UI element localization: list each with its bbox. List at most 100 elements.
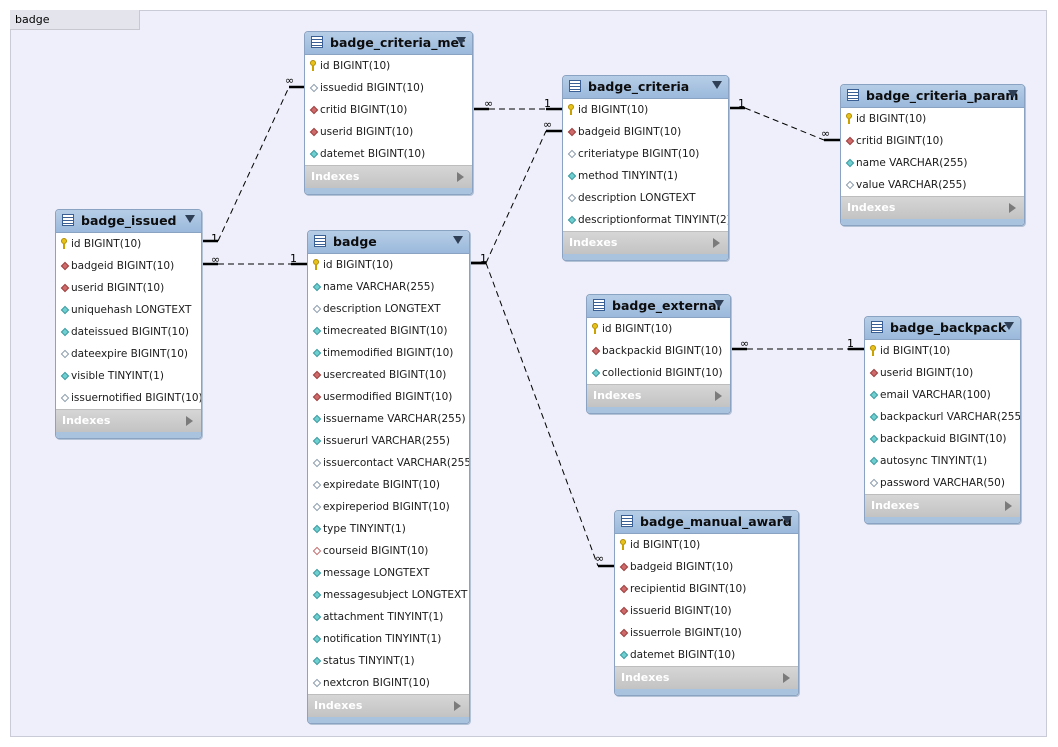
collapse-caret-icon[interactable] [1004, 322, 1014, 330]
column-row[interactable]: id BIGINT(10) [841, 108, 1024, 130]
collapse-caret-icon[interactable] [712, 81, 722, 89]
expand-arrow-icon[interactable] [713, 238, 720, 248]
column-row[interactable]: datemet BIGINT(10) [615, 644, 798, 666]
indexes-section[interactable]: Indexes [56, 409, 201, 432]
column-row[interactable]: expiredate BIGINT(10) [308, 474, 469, 496]
column-row[interactable]: id BIGINT(10) [865, 340, 1020, 362]
column-row[interactable]: usermodified BIGINT(10) [308, 386, 469, 408]
column-row[interactable]: id BIGINT(10) [305, 55, 472, 77]
column-row[interactable]: password VARCHAR(50) [865, 472, 1020, 494]
column-row[interactable]: issuercontact VARCHAR(255) [308, 452, 469, 474]
collapse-caret-icon[interactable] [782, 516, 792, 524]
column-row[interactable]: attachment TINYINT(1) [308, 606, 469, 628]
column-row[interactable]: usercreated BIGINT(10) [308, 364, 469, 386]
column-row[interactable]: id BIGINT(10) [615, 534, 798, 556]
collapse-caret-icon[interactable] [453, 236, 463, 244]
column-row[interactable]: id BIGINT(10) [56, 233, 201, 255]
column-row[interactable]: messagesubject LONGTEXT [308, 584, 469, 606]
column-row[interactable]: descriptionformat TINYINT(2) [563, 209, 728, 231]
expand-arrow-icon[interactable] [783, 673, 790, 683]
column-row[interactable]: backpackid BIGINT(10) [587, 340, 730, 362]
column-row[interactable]: issuernotified BIGINT(10) [56, 387, 201, 409]
column-row[interactable]: issuerurl VARCHAR(255) [308, 430, 469, 452]
column-row[interactable]: message LONGTEXT [308, 562, 469, 584]
expand-arrow-icon[interactable] [1009, 203, 1016, 213]
column-row[interactable]: expireperiod BIGINT(10) [308, 496, 469, 518]
expand-arrow-icon[interactable] [186, 416, 193, 426]
indexes-section[interactable]: Indexes [563, 231, 728, 254]
column-row[interactable]: backpackuid BIGINT(10) [865, 428, 1020, 450]
column-row[interactable]: autosync TINYINT(1) [865, 450, 1020, 472]
column-row[interactable]: issuerid BIGINT(10) [615, 600, 798, 622]
table-header[interactable]: badge [308, 231, 469, 254]
table-badge-criteria-param[interactable]: badge_criteria_param id BIGINT(10) critid … [840, 84, 1025, 226]
column-row[interactable]: id BIGINT(10) [308, 254, 469, 276]
column-row[interactable]: description LONGTEXT [308, 298, 469, 320]
table-header[interactable]: badge_manual_award [615, 511, 798, 534]
column-row[interactable]: userid BIGINT(10) [305, 121, 472, 143]
table-header[interactable]: badge_criteria_param [841, 85, 1024, 108]
column-row[interactable]: uniquehash LONGTEXT [56, 299, 201, 321]
table-header[interactable]: badge_backpack [865, 317, 1020, 340]
table-header[interactable]: badge_issued [56, 210, 201, 233]
collapse-caret-icon[interactable] [456, 37, 466, 45]
column-row[interactable]: issuername VARCHAR(255) [308, 408, 469, 430]
table-badge-criteria[interactable]: badge_criteria id BIGINT(10) badgeid BIGIN… [562, 75, 729, 261]
column-row[interactable]: badgeid BIGINT(10) [615, 556, 798, 578]
column-row[interactable]: issuerrole BIGINT(10) [615, 622, 798, 644]
table-header[interactable]: badge_external [587, 295, 730, 318]
expand-arrow-icon[interactable] [454, 701, 461, 711]
table-badge-issued[interactable]: badge_issued id BIGINT(10) badgeid BIGINT(… [55, 209, 202, 439]
column-row[interactable]: dateissued BIGINT(10) [56, 321, 201, 343]
indexes-section[interactable]: Indexes [308, 694, 469, 717]
column-row[interactable]: recipientid BIGINT(10) [615, 578, 798, 600]
table-header[interactable]: badge_criteria_met [305, 32, 472, 55]
indexes-section[interactable]: Indexes [587, 384, 730, 407]
column-row[interactable]: timecreated BIGINT(10) [308, 320, 469, 342]
column-row[interactable]: critid BIGINT(10) [305, 99, 472, 121]
column-row[interactable]: name VARCHAR(255) [841, 152, 1024, 174]
column-row[interactable]: collectionid BIGINT(10) [587, 362, 730, 384]
collapse-caret-icon[interactable] [1008, 90, 1018, 98]
column-row[interactable]: nextcron BIGINT(10) [308, 672, 469, 694]
column-row[interactable]: issuedid BIGINT(10) [305, 77, 472, 99]
table-badge-manual-award[interactable]: badge_manual_award id BIGINT(10) badgeid B… [614, 510, 799, 696]
column-row[interactable]: badgeid BIGINT(10) [56, 255, 201, 277]
column-row[interactable]: critid BIGINT(10) [841, 130, 1024, 152]
column-row[interactable]: datemet BIGINT(10) [305, 143, 472, 165]
column-row[interactable]: value VARCHAR(255) [841, 174, 1024, 196]
column-row[interactable]: badgeid BIGINT(10) [563, 121, 728, 143]
column-row[interactable]: backpackurl VARCHAR(255) [865, 406, 1020, 428]
column-row[interactable]: courseid BIGINT(10) [308, 540, 469, 562]
table-badge[interactable]: badge id BIGINT(10) name VARCHAR(255) descr… [307, 230, 470, 724]
column-row[interactable]: timemodified BIGINT(10) [308, 342, 469, 364]
column-row[interactable]: name VARCHAR(255) [308, 276, 469, 298]
column-row[interactable]: method TINYINT(1) [563, 165, 728, 187]
indexes-section[interactable]: Indexes [865, 494, 1020, 517]
column-row[interactable]: type TINYINT(1) [308, 518, 469, 540]
indexes-section[interactable]: Indexes [841, 196, 1024, 219]
column-row[interactable]: description LONGTEXT [563, 187, 728, 209]
column-row[interactable]: userid BIGINT(10) [56, 277, 201, 299]
table-badge-backpack[interactable]: badge_backpack id BIGINT(10) userid BIGINT… [864, 316, 1021, 524]
column-row[interactable]: userid BIGINT(10) [865, 362, 1020, 384]
indexes-section[interactable]: Indexes [305, 165, 472, 188]
indexes-section[interactable]: Indexes [615, 666, 798, 689]
diagram-tab[interactable]: badge [10, 10, 140, 30]
column-row[interactable]: notification TINYINT(1) [308, 628, 469, 650]
collapse-caret-icon[interactable] [714, 300, 724, 308]
expand-arrow-icon[interactable] [457, 172, 464, 182]
column-row[interactable]: id BIGINT(10) [587, 318, 730, 340]
column-row[interactable]: visible TINYINT(1) [56, 365, 201, 387]
column-row[interactable]: id BIGINT(10) [563, 99, 728, 121]
table-header[interactable]: badge_criteria [563, 76, 728, 99]
column-row[interactable]: email VARCHAR(100) [865, 384, 1020, 406]
column-row[interactable]: status TINYINT(1) [308, 650, 469, 672]
collapse-caret-icon[interactable] [185, 215, 195, 223]
expand-arrow-icon[interactable] [1005, 501, 1012, 511]
table-badge-external[interactable]: badge_external id BIGINT(10) backpackid BI… [586, 294, 731, 414]
column-row[interactable]: dateexpire BIGINT(10) [56, 343, 201, 365]
expand-arrow-icon[interactable] [715, 391, 722, 401]
table-badge-criteria-met[interactable]: badge_criteria_met id BIGINT(10) issuedid … [304, 31, 473, 195]
column-row[interactable]: criteriatype BIGINT(10) [563, 143, 728, 165]
